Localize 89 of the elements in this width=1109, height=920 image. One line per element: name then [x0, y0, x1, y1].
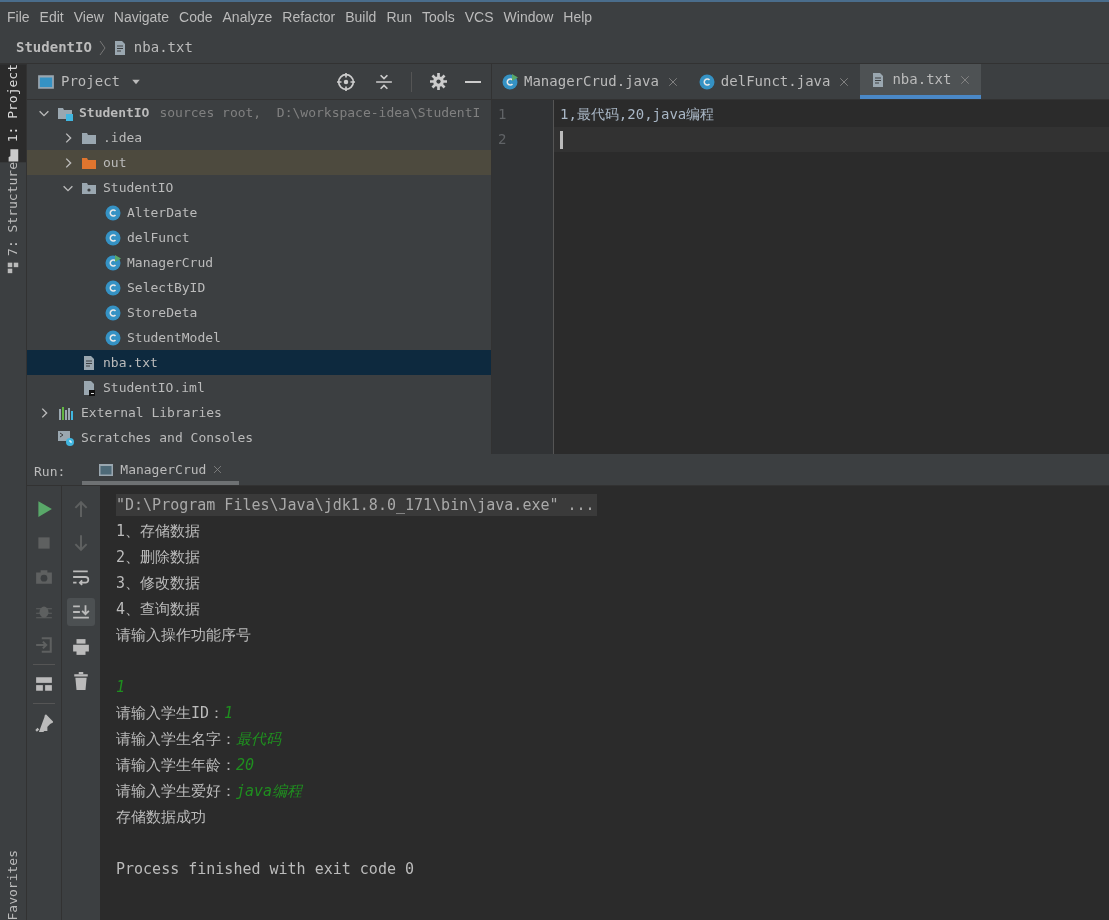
text-file-icon	[81, 354, 97, 371]
input-text: 1	[116, 676, 126, 698]
run-icon[interactable]	[35, 500, 53, 518]
project-window-icon	[37, 72, 55, 91]
menu-item[interactable]: Build	[340, 6, 382, 28]
console-output: 请输入学生爱好：	[116, 780, 236, 802]
console-window-icon	[98, 461, 115, 478]
menu-item[interactable]: Tools	[417, 6, 460, 28]
tree-item[interactable]: nba.txt	[27, 350, 491, 375]
chevron-icon	[97, 39, 106, 56]
input-text: 20	[236, 754, 255, 776]
menu-item[interactable]: Code	[174, 6, 218, 28]
run-tab[interactable]: ManagerCrud	[82, 458, 240, 485]
trash-icon[interactable]	[72, 672, 90, 690]
soft-wrap-icon[interactable]	[72, 568, 90, 586]
close-icon	[959, 73, 972, 86]
editor-tab[interactable]: delFunct.java	[688, 64, 861, 99]
console-output: 1、存储数据	[116, 520, 201, 542]
folder-icon	[6, 148, 20, 163]
input-text: java编程	[236, 780, 303, 802]
structure-icon	[7, 262, 19, 275]
layout-icon[interactable]	[35, 675, 53, 693]
editor-tab[interactable]: nba.txt	[860, 64, 982, 99]
locate-icon	[337, 72, 355, 91]
class-icon	[105, 329, 121, 346]
console-output: Process finished with exit code 0	[116, 858, 414, 880]
console-output: 请输入学生年龄：	[116, 754, 236, 776]
input-text: 1	[224, 702, 234, 724]
libraries-icon	[57, 404, 75, 421]
console-output: 2、删除数据	[116, 546, 201, 568]
minimize-icon	[465, 80, 481, 83]
tree-item[interactable]: StudentIO sources root, D:\workspace-idea\StudentI	[27, 100, 491, 125]
menu-item[interactable]: Navigate	[108, 6, 175, 28]
panel-title[interactable]: Project	[61, 71, 120, 92]
menu-item[interactable]: Run	[381, 6, 418, 28]
scratches-icon	[57, 429, 75, 446]
close-icon	[838, 75, 851, 88]
print-icon[interactable]	[72, 638, 90, 656]
tree-item[interactable]: External Libraries	[27, 400, 491, 425]
tool-window-tab[interactable]: Favorites	[0, 849, 31, 920]
tree-item[interactable]: .idea	[27, 125, 491, 150]
console-output: 4、查询数据	[116, 598, 201, 620]
collapse-all-icon	[375, 72, 393, 91]
tree-item[interactable]: StudentModel	[27, 325, 491, 350]
runnable-class-icon	[502, 73, 518, 90]
tree-item[interactable]: AlterDate	[27, 200, 491, 225]
breadcrumb-item[interactable]: nba.txt	[133, 37, 193, 58]
menu-item[interactable]: VCS	[459, 6, 499, 28]
run-label: Run:	[33, 462, 67, 481]
menu-item[interactable]: Help	[558, 6, 598, 28]
tree-item[interactable]: StudentIO	[27, 175, 491, 200]
menu-item[interactable]: View	[68, 6, 109, 28]
class-icon	[105, 279, 121, 296]
console-output: 请输入学生名字：	[116, 728, 236, 750]
tool-window-tab[interactable]: 7: Structure	[0, 162, 26, 275]
breadcrumb-item[interactable]: StudentIO	[16, 37, 92, 58]
class-icon	[105, 229, 121, 246]
tree-item[interactable]: delFunct	[27, 225, 491, 250]
console-output: 存储数据成功	[116, 806, 206, 828]
input-text: 最代码	[236, 728, 281, 750]
close-icon	[212, 464, 224, 475]
console-output: 请输入学生ID：	[116, 702, 225, 724]
menu-item[interactable]: File	[2, 6, 35, 28]
tree-item[interactable]: Scratches and Consoles	[27, 425, 491, 450]
code-line: 1,最代码,20,java编程	[560, 105, 715, 124]
console-output: 3、修改数据	[116, 572, 201, 594]
editor-tab[interactable]: ManagerCrud.java	[492, 64, 689, 99]
console-output: 请输入操作功能序号	[116, 624, 251, 646]
menu-item[interactable]: Analyze	[217, 6, 278, 28]
class-icon	[105, 204, 121, 221]
tree-item[interactable]: ManagerCrud	[27, 250, 491, 275]
class-icon	[105, 304, 121, 321]
runnable-class-icon	[105, 254, 121, 271]
tree-item[interactable]: SelectByID	[27, 275, 491, 300]
menu-item[interactable]: Refactor	[277, 6, 341, 28]
tree-item[interactable]: out	[27, 150, 491, 175]
menu-item[interactable]: Edit	[34, 6, 69, 28]
scroll-to-end-icon	[72, 603, 90, 621]
module-file-icon	[81, 379, 97, 396]
path-hint: sources root, D:\workspace-idea\StudentI	[159, 103, 481, 122]
tool-window-tab[interactable]: 1: Project	[0, 64, 26, 163]
text-cursor	[560, 130, 563, 149]
tree-item[interactable]: StoreDeta	[27, 300, 491, 325]
close-icon	[666, 75, 679, 88]
scroll-to-end-button[interactable]	[67, 598, 95, 626]
menu-item[interactable]: Window	[498, 6, 559, 28]
class-icon	[698, 73, 715, 90]
tree-item[interactable]: StudentIO.iml	[27, 375, 491, 400]
settings-icon	[430, 73, 447, 90]
